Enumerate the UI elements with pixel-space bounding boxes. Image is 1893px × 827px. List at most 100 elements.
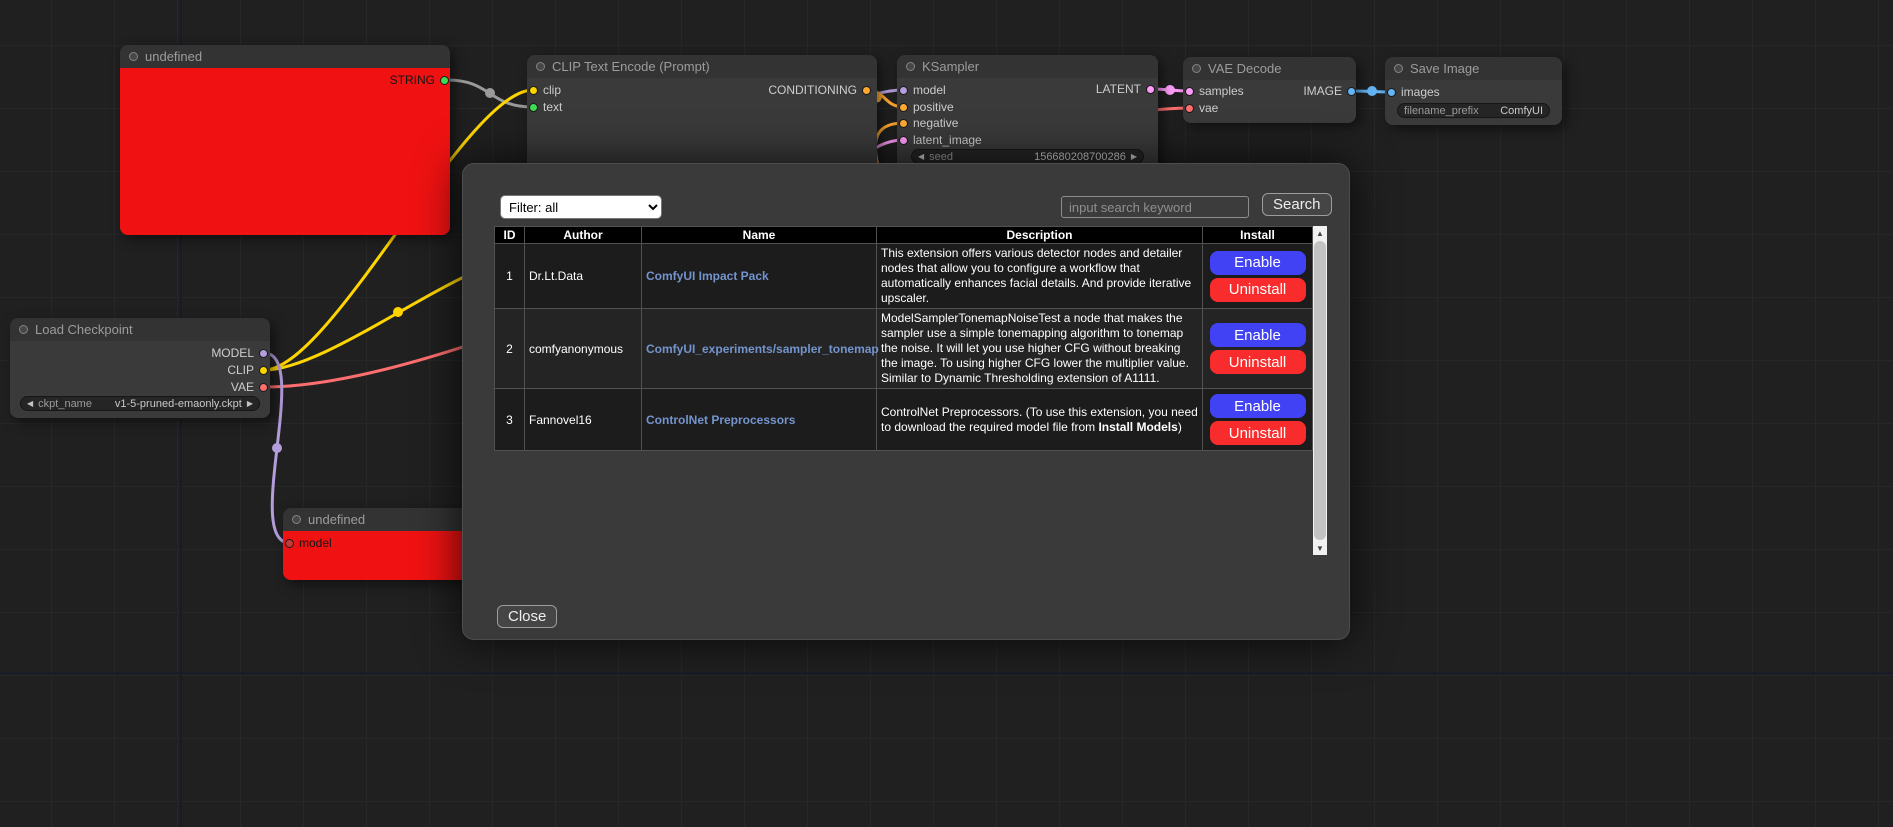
output-slot-label: CLIP <box>227 363 254 377</box>
output-slot-string[interactable] <box>440 76 449 85</box>
input-slot-samples[interactable] <box>1185 87 1194 96</box>
input-slot-images[interactable] <box>1387 88 1396 97</box>
enable-button[interactable]: Enable <box>1210 251 1306 275</box>
node-collapse-dot[interactable] <box>536 62 545 71</box>
filename-prefix-widget[interactable]: filename_prefix ComfyUI <box>1397 103 1550 118</box>
scrollbar-track[interactable] <box>1313 240 1327 541</box>
grid-axis-horizontal <box>0 672 1893 674</box>
col-header-name: Name <box>642 227 877 244</box>
link-string-to-text <box>447 80 533 107</box>
extension-id: 2 <box>495 309 525 389</box>
output-slot-latent[interactable] <box>1146 85 1155 94</box>
previous-arrow-icon[interactable]: ◀ <box>27 400 33 408</box>
next-arrow-icon[interactable]: ▶ <box>247 400 253 408</box>
input-slot-label: model <box>913 83 946 97</box>
input-slot-row: samples <box>1185 84 1244 98</box>
col-header-description: Description <box>877 227 1203 244</box>
node-collapse-dot[interactable] <box>1394 64 1403 73</box>
input-slot-latent-image[interactable] <box>899 136 908 145</box>
node-header[interactable]: undefined <box>283 508 468 531</box>
node-header[interactable]: CLIP Text Encode (Prompt) <box>527 55 877 78</box>
input-slot-label: clip <box>543 83 561 97</box>
uninstall-button[interactable]: Uninstall <box>1210 350 1306 374</box>
filter-select[interactable]: Filter: all <box>500 195 662 219</box>
ckpt-name-widget[interactable]: ◀ ckpt_name v1-5-pruned-emaonly.ckpt ▶ <box>20 396 260 411</box>
uninstall-button[interactable]: Uninstall <box>1210 421 1306 445</box>
widget-label: ckpt_name <box>38 398 92 410</box>
node-title: CLIP Text Encode (Prompt) <box>552 59 710 74</box>
output-slot-label: STRING <box>390 73 435 87</box>
input-slot-label: vae <box>1199 101 1218 115</box>
node-collapse-dot[interactable] <box>292 515 301 524</box>
node-collapse-dot[interactable] <box>19 325 28 334</box>
node-save-image[interactable]: Save Image images filename_prefix ComfyU… <box>1385 57 1562 125</box>
scroll-up-button[interactable]: ▲ <box>1313 226 1327 240</box>
node-undefined-top[interactable]: undefined STRING <box>120 45 450 235</box>
extension-description: ControlNet Preprocessors. (To use this e… <box>881 405 1198 435</box>
input-slot-row: text <box>529 100 562 114</box>
node-collapse-dot[interactable] <box>906 62 915 71</box>
node-title: Save Image <box>1410 61 1479 76</box>
node-title: undefined <box>145 49 202 64</box>
input-slot-row: negative <box>899 116 958 130</box>
close-button[interactable]: Close <box>497 605 557 628</box>
input-slot-clip[interactable] <box>529 86 538 95</box>
extension-row: 1 Dr.Lt.Data ComfyUI Impact Pack This ex… <box>495 244 1313 309</box>
output-slot-row: CONDITIONING <box>768 83 871 97</box>
scrollbar-thumb[interactable] <box>1314 241 1326 540</box>
node-collapse-dot[interactable] <box>1192 64 1201 73</box>
enable-button[interactable]: Enable <box>1210 394 1306 418</box>
node-undefined-bottom[interactable]: undefined model <box>283 508 468 580</box>
node-header[interactable]: Save Image <box>1385 57 1562 80</box>
output-slot-clip[interactable] <box>259 366 268 375</box>
node-error-body <box>120 68 450 235</box>
node-header[interactable]: Load Checkpoint <box>10 318 270 341</box>
input-slot-label: images <box>1401 85 1440 99</box>
output-slot-label: CONDITIONING <box>768 83 857 97</box>
link-midpoint-dot <box>393 307 403 317</box>
output-slot-vae[interactable] <box>259 383 268 392</box>
output-slot-model[interactable] <box>259 349 268 358</box>
output-slot-image[interactable] <box>1347 87 1356 96</box>
search-input[interactable] <box>1061 196 1249 218</box>
node-vae-decode[interactable]: VAE Decode samples vae IMAGE <box>1183 57 1356 123</box>
output-slot-label: LATENT <box>1096 82 1141 96</box>
node-header[interactable]: undefined <box>120 45 450 68</box>
uninstall-button[interactable]: Uninstall <box>1210 278 1306 302</box>
increment-arrow-icon[interactable]: ▶ <box>1131 153 1137 161</box>
extension-link[interactable]: ComfyUI_experiments/sampler_tonemap <box>646 342 879 356</box>
seed-widget[interactable]: ◀ seed 156680208700286 ▶ <box>911 149 1144 164</box>
graph-canvas[interactable]: undefined STRING CLIP Text Encode (Promp… <box>0 0 1893 827</box>
input-slot-label: text <box>543 100 562 114</box>
node-title: Load Checkpoint <box>35 322 133 337</box>
input-slot-text[interactable] <box>529 103 538 112</box>
node-collapse-dot[interactable] <box>129 52 138 61</box>
extension-description: This extension offers various detector n… <box>881 246 1198 306</box>
extension-description: ModelSamplerTonemapNoiseTest a node that… <box>881 311 1198 386</box>
input-slot-negative[interactable] <box>899 119 908 128</box>
table-scrollbar[interactable]: ▲ ▼ <box>1313 226 1327 555</box>
extension-link[interactable]: ComfyUI Impact Pack <box>646 269 769 283</box>
node-load-checkpoint[interactable]: Load Checkpoint MODEL CLIP VAE ◀ ckpt_na… <box>10 318 270 418</box>
extension-link[interactable]: ControlNet Preprocessors <box>646 413 795 427</box>
input-slot-model[interactable] <box>899 86 908 95</box>
scroll-down-button[interactable]: ▼ <box>1313 541 1327 555</box>
search-button[interactable]: Search <box>1262 193 1332 216</box>
decrement-arrow-icon[interactable]: ◀ <box>918 153 924 161</box>
node-header[interactable]: VAE Decode <box>1183 57 1356 80</box>
input-slot-positive[interactable] <box>899 103 908 112</box>
extension-id: 3 <box>495 389 525 451</box>
node-header[interactable]: KSampler <box>897 55 1158 78</box>
output-slot-label: MODEL <box>211 346 254 360</box>
widget-value: v1-5-pruned-emaonly.ckpt <box>115 398 242 410</box>
extension-id: 1 <box>495 244 525 309</box>
output-slot-row: CLIP <box>227 363 268 377</box>
extension-row: 2 comfyanonymous ComfyUI_experiments/sam… <box>495 309 1313 389</box>
extension-author: Dr.Lt.Data <box>525 244 642 309</box>
widget-label: seed <box>929 151 953 163</box>
enable-button[interactable]: Enable <box>1210 323 1306 347</box>
input-slot-vae[interactable] <box>1185 104 1194 113</box>
input-slot-model[interactable] <box>285 539 294 548</box>
output-slot-conditioning[interactable] <box>862 86 871 95</box>
input-slot-row: model <box>285 536 332 550</box>
